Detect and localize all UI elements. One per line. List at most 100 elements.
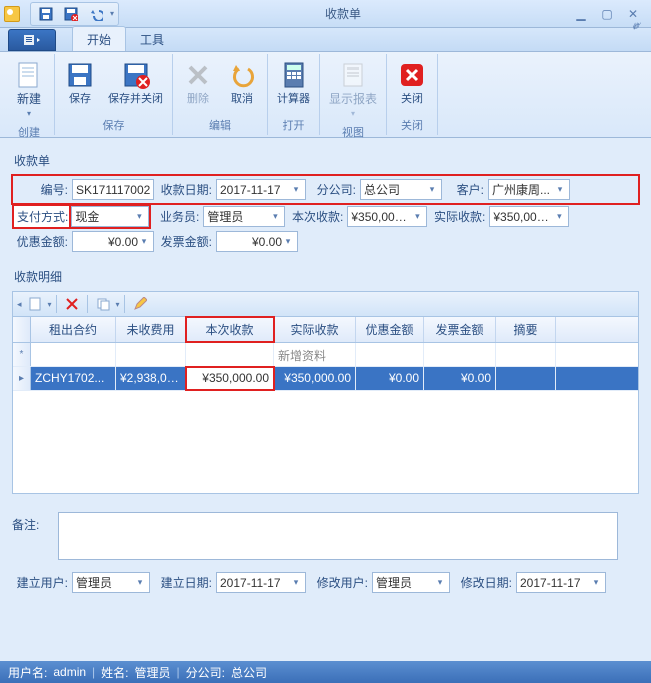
clerk-combo[interactable]: 管理员▾ — [203, 206, 285, 227]
modify-user-combo[interactable]: 管理员▾ — [372, 572, 450, 593]
cell-memo[interactable] — [496, 367, 556, 390]
label-customer: 客户: — [446, 181, 488, 198]
tab-start[interactable]: 开始 — [72, 26, 126, 51]
modify-date-combo[interactable]: 2017-11-17▾ — [516, 572, 606, 593]
remark-row: 备注: — [12, 512, 639, 560]
invoice-input[interactable]: ¥0.00▾ — [216, 231, 298, 252]
col-actual[interactable]: 实际收款 — [274, 317, 356, 342]
form-section-title: 收款单 — [14, 152, 639, 169]
toolbar-new-icon[interactable] — [24, 294, 46, 314]
new-label: 新建 — [17, 92, 41, 106]
cell-thispay[interactable]: ¥350,000.00 — [186, 367, 274, 390]
toolbar-edit-icon[interactable] — [129, 294, 151, 314]
report-icon — [337, 59, 369, 91]
toolbar-copy-dd[interactable]: ▾ — [116, 300, 120, 309]
col-unpaid[interactable]: 未收费用 — [116, 317, 186, 342]
create-date-combo[interactable]: 2017-11-17▾ — [216, 572, 306, 593]
label-code: 编号: — [14, 181, 72, 198]
code-input[interactable] — [72, 179, 154, 200]
toolbar-delete-icon[interactable] — [61, 294, 83, 314]
close-label: 关闭 — [401, 93, 423, 106]
group-close-label: 关闭 — [401, 116, 423, 135]
row-header-corner — [13, 317, 31, 342]
chevron-down-icon[interactable]: ▾ — [133, 211, 145, 222]
col-thispay[interactable]: 本次收款 — [186, 317, 274, 342]
ribbon-tabs: 开始 工具 ༗ — [0, 28, 651, 52]
grid-body[interactable]: * 新增资料 ▸ ZCHY1702... ¥2,938,000... ¥350,… — [13, 343, 638, 493]
paytype-combo[interactable]: 现金▾ — [71, 206, 149, 227]
spinner-icon[interactable]: ▾ — [282, 236, 294, 247]
cell-actual[interactable]: ¥350,000.00 — [274, 367, 356, 390]
discount-input[interactable]: ¥0.00▾ — [72, 231, 154, 252]
ribbon: 新建▾ 创建 保存 保存并关闭 保存 删除 取消 — [0, 52, 651, 138]
col-memo[interactable]: 摘要 — [496, 317, 556, 342]
save-close-label: 保存并关闭 — [108, 93, 163, 106]
thispay-input[interactable]: ¥350,000.0▾ — [347, 206, 427, 227]
qat-saveclose-icon[interactable] — [60, 4, 82, 24]
label-create-user: 建立用户: — [14, 574, 72, 591]
spinner-icon[interactable]: ▾ — [411, 211, 423, 222]
save-close-icon — [120, 59, 152, 91]
minimize-button[interactable]: ▁ — [571, 6, 591, 22]
grid-header: 租出合约 未收费用 本次收款 实际收款 优惠金额 发票金额 摘要 — [13, 317, 638, 343]
status-user-label: 用户名: — [8, 664, 47, 681]
qat-dropdown-icon[interactable]: ▾ — [110, 9, 114, 18]
save-close-button[interactable]: 保存并关闭 — [103, 56, 168, 109]
main-panel: 收款单 编号: 收款日期: 2017-11-17▾ 分公司: 总公司▾ 客户: … — [0, 138, 651, 661]
group-edit-label: 编辑 — [209, 116, 231, 135]
chevron-down-icon[interactable]: ▾ — [554, 184, 566, 195]
close-button[interactable]: 关闭 — [391, 56, 433, 109]
actualpay-input[interactable]: ¥350,000.0▾ — [489, 206, 569, 227]
cancel-label: 取消 — [231, 93, 253, 106]
spinner-icon[interactable]: ▾ — [138, 236, 150, 247]
tab-tools[interactable]: 工具 — [126, 27, 178, 51]
ribbon-collapse-icon[interactable]: ༗ — [623, 9, 651, 51]
status-branch-label: 分公司: — [186, 664, 225, 681]
cell-invoice[interactable]: ¥0.00 — [424, 367, 496, 390]
chevron-down-icon[interactable]: ▾ — [290, 577, 302, 588]
delete-button: 删除 — [177, 56, 219, 109]
toolbar-prev-icon[interactable]: ◂ — [17, 299, 22, 310]
create-user-combo[interactable]: 管理员▾ — [72, 572, 150, 593]
cancel-button[interactable]: 取消 — [221, 56, 263, 109]
save-icon — [64, 59, 96, 91]
chevron-down-icon[interactable]: ▾ — [134, 577, 146, 588]
cell-discount[interactable]: ¥0.00 — [356, 367, 424, 390]
label-clerk: 业务员: — [153, 208, 203, 225]
cell-unpaid[interactable]: ¥2,938,000... — [116, 367, 186, 390]
maximize-button[interactable]: ▢ — [597, 6, 617, 22]
label-remark: 备注: — [12, 512, 58, 533]
form-row2: 支付方式: 现金▾ 业务员: 管理员▾ 本次收款: ¥350,000.0▾ 实际… — [12, 204, 639, 229]
spinner-icon[interactable]: ▾ — [553, 211, 565, 222]
col-contract[interactable]: 租出合约 — [31, 317, 116, 342]
remark-textarea[interactable] — [58, 512, 618, 560]
customer-combo[interactable]: 广州康周...▾ — [488, 179, 570, 200]
chevron-down-icon[interactable]: ▾ — [290, 184, 302, 195]
chevron-down-icon[interactable]: ▾ — [426, 184, 438, 195]
status-user-value: admin — [53, 665, 86, 679]
save-button[interactable]: 保存 — [59, 56, 101, 109]
new-button[interactable]: 新建▾ — [8, 56, 50, 123]
label-modify-date: 修改日期: — [458, 574, 516, 591]
group-create-label: 创建 — [18, 123, 40, 142]
branch-combo[interactable]: 总公司▾ — [360, 179, 442, 200]
toolbar-copy-icon[interactable] — [92, 294, 114, 314]
grid-new-row[interactable]: * 新增资料 — [13, 343, 638, 367]
label-date: 收款日期: — [158, 181, 216, 198]
cell-contract[interactable]: ZCHY1702... — [31, 367, 116, 390]
qat-save-icon[interactable] — [35, 4, 57, 24]
label-create-date: 建立日期: — [158, 574, 216, 591]
chevron-down-icon[interactable]: ▾ — [434, 577, 446, 588]
calculator-button[interactable]: 计算器 — [272, 56, 315, 109]
titlebar: ▾ 收款单 ▁ ▢ ✕ — [0, 0, 651, 28]
chevron-down-icon[interactable]: ▾ — [269, 211, 281, 222]
date-combo[interactable]: 2017-11-17▾ — [216, 179, 306, 200]
qat-undo-icon[interactable] — [85, 4, 107, 24]
close-icon — [396, 59, 428, 91]
office-menu-button[interactable] — [8, 29, 56, 51]
grid-data-row[interactable]: ▸ ZCHY1702... ¥2,938,000... ¥350,000.00 … — [13, 367, 638, 391]
chevron-down-icon[interactable]: ▾ — [590, 577, 602, 588]
toolbar-new-dd[interactable]: ▾ — [48, 300, 52, 309]
col-invoice[interactable]: 发票金额 — [424, 317, 496, 342]
col-discount[interactable]: 优惠金额 — [356, 317, 424, 342]
